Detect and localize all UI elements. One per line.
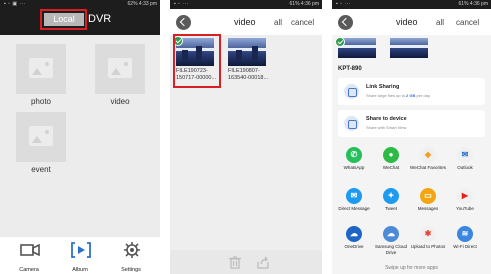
- phone-screen-share-sheet: ▪ ▫ ··· 61% 4:36 pm video all cancel KPT…: [332, 0, 491, 274]
- share-app-direct-message[interactable]: ✉ Direct Message: [337, 188, 371, 228]
- link-sharing-subtitle: Share large files up to 2 GB per day.: [366, 93, 431, 98]
- twitter-dm-icon: ✉: [346, 188, 362, 204]
- back-icon[interactable]: [338, 15, 353, 30]
- cancel-button[interactable]: cancel: [291, 18, 314, 27]
- video-thumbnail-2[interactable]: [228, 38, 266, 66]
- swipe-hint: Swipe up for more apps: [385, 265, 438, 271]
- app-label: OneDrive: [344, 244, 364, 249]
- trash-icon[interactable]: [228, 255, 242, 269]
- cloud-link-icon: [344, 84, 359, 99]
- share-device-title: Share to device: [366, 116, 407, 122]
- status-icons: ▪ ▫ ···: [336, 1, 351, 7]
- page-title: video: [234, 17, 256, 27]
- folder-photo[interactable]: [16, 44, 66, 94]
- folder-grid: photo video event: [0, 35, 160, 235]
- google-photos-icon: ✱: [420, 226, 436, 242]
- app-label: Tweet: [384, 206, 397, 211]
- smart-view-icon: [344, 116, 359, 131]
- status-icons: ▪ ▫ ···: [174, 1, 189, 7]
- nav-album-label: Album: [72, 267, 88, 273]
- folder-event[interactable]: [16, 112, 66, 162]
- action-bar: [170, 250, 322, 274]
- wechat-favorites-icon: ◆: [420, 147, 436, 163]
- folder-label-photo: photo: [30, 97, 52, 106]
- share-app-whatsapp[interactable]: ✆ WhatsApp: [337, 147, 371, 187]
- gear-icon: [124, 242, 140, 258]
- share-app-upload-photos[interactable]: ✱ Upload to Photos: [411, 226, 445, 266]
- share-app-samsung-cloud[interactable]: ☁ Samsung Cloud Drive: [374, 226, 408, 266]
- app-label: WeChat Favorites: [410, 165, 446, 170]
- youtube-icon: ▶: [457, 188, 473, 204]
- image-placeholder-icon: [29, 58, 53, 78]
- messages-icon: ▭: [420, 188, 436, 204]
- device-name: KPT-890: [338, 66, 362, 72]
- checkmark-icon[interactable]: [335, 37, 345, 47]
- app-label: YouTube: [456, 206, 474, 211]
- samsung-cloud-icon: ☁: [383, 226, 399, 242]
- whatsapp-icon: ✆: [346, 147, 362, 163]
- image-placeholder-icon: [29, 126, 53, 146]
- nav-album[interactable]: Album: [55, 237, 105, 274]
- link-sharing-option[interactable]: Link Sharing Share large files up to 2 G…: [338, 78, 485, 105]
- share-app-youtube[interactable]: ▶ YouTube: [448, 188, 482, 228]
- app-label: WhatsApp: [343, 165, 365, 170]
- share-app-messages[interactable]: ▭ Messages: [411, 188, 445, 228]
- album-icon: [71, 242, 91, 258]
- twitter-icon: ✦: [383, 188, 399, 204]
- status-battery-time: 61% 4:36 pm: [289, 1, 319, 7]
- highlight-box: [173, 34, 221, 88]
- status-bar: ▪ ▫ ▣ ··· 62% 4:33 pm: [0, 0, 160, 9]
- status-bar: ▪ ▫ ··· 61% 4:36 pm: [170, 0, 322, 9]
- app-label: Wi-Fi Direct: [453, 244, 477, 249]
- wechat-icon: ●: [383, 147, 399, 163]
- nav-camera[interactable]: Camera: [4, 237, 54, 274]
- video-header: video all cancel: [170, 9, 322, 35]
- nav-camera-label: Camera: [19, 267, 39, 273]
- file-name-2: FILE190807- 163540-00018...: [228, 68, 269, 81]
- app-label: WeChat: [382, 165, 400, 170]
- app-label: Messages: [417, 206, 439, 211]
- outlook-icon: ✉: [457, 147, 473, 163]
- bottom-nav: Camera Album Settings: [0, 237, 160, 274]
- page-title: video: [396, 17, 418, 27]
- status-bar: ▪ ▫ ··· 61% 4:36 pm: [332, 0, 491, 9]
- phone-screen-video-select: ▪ ▫ ··· 61% 4:36 pm video all cancel FIL…: [170, 0, 322, 274]
- tab-dvr[interactable]: DVR: [88, 12, 111, 26]
- share-app-outlook[interactable]: ✉ Outlook: [448, 147, 482, 187]
- status-battery-time: 62% 4:33 pm: [127, 1, 157, 7]
- app-label: Direct Message: [338, 206, 370, 211]
- app-label: Samsung Cloud Drive: [374, 244, 408, 255]
- share-app-tweet[interactable]: ✦ Tweet: [374, 188, 408, 228]
- phone-screen-local: ▪ ▫ ▣ ··· 62% 4:33 pm Local DVR photo vi…: [0, 0, 160, 274]
- image-placeholder-icon: [108, 58, 132, 78]
- share-sheet: KPT-890 Link Sharing Share large files u…: [332, 60, 491, 274]
- wifi-direct-icon: ≋: [457, 226, 473, 242]
- highlight-box: [40, 9, 87, 30]
- share-to-device-option[interactable]: Share to device Share with Smart View: [338, 110, 485, 137]
- nav-settings-label: Settings: [121, 267, 141, 273]
- nav-settings[interactable]: Settings: [106, 237, 156, 274]
- folder-label-video: video: [110, 97, 130, 106]
- share-icon[interactable]: [256, 255, 270, 269]
- folder-label-event: event: [31, 165, 51, 174]
- status-icons: ▪ ▫ ▣ ···: [4, 1, 26, 7]
- select-all-button[interactable]: all: [436, 18, 444, 27]
- app-label: Outlook: [457, 165, 473, 170]
- share-app-wechat[interactable]: ● WeChat: [374, 147, 408, 187]
- camera-icon: [20, 243, 40, 257]
- app-label: Upload to Photos: [410, 244, 446, 249]
- back-icon[interactable]: [176, 15, 191, 30]
- share-app-wechat-favorites[interactable]: ◆ WeChat Favorites: [410, 147, 446, 187]
- share-device-subtitle: Share with Smart View: [366, 125, 407, 130]
- link-sharing-title: Link Sharing: [366, 84, 400, 90]
- onedrive-icon: ☁: [346, 226, 362, 242]
- status-battery-time: 61% 4:36 pm: [458, 1, 488, 7]
- select-all-button[interactable]: all: [274, 18, 282, 27]
- share-app-wifi-direct[interactable]: ≋ Wi-Fi Direct: [448, 226, 482, 266]
- folder-video[interactable]: [95, 44, 145, 94]
- video-thumbnail-2[interactable]: [390, 38, 428, 58]
- share-app-onedrive[interactable]: ☁ OneDrive: [337, 226, 371, 266]
- cancel-button[interactable]: cancel: [456, 18, 479, 27]
- video-header: video all cancel: [332, 9, 491, 35]
